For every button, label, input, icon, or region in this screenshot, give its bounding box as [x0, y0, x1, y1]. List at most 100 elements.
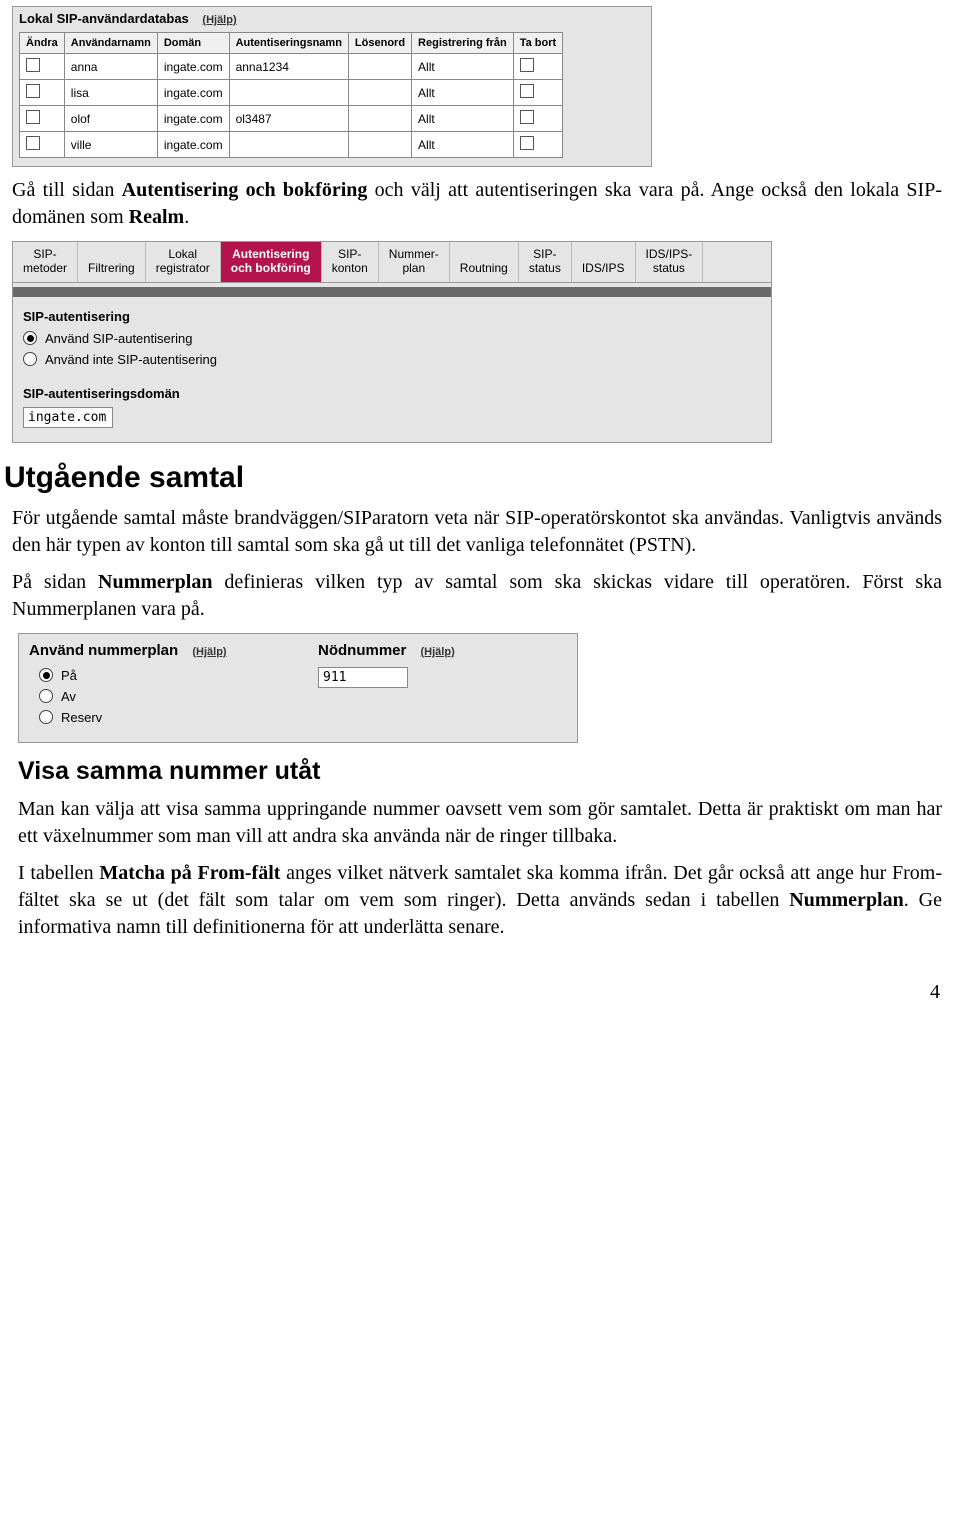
cell-pass	[348, 106, 411, 132]
cell-domain: ingate.com	[157, 132, 229, 158]
delete-checkbox[interactable]	[520, 84, 534, 98]
radio-icon	[39, 689, 53, 703]
heading-visa-samma: Visa samma nummer utåt	[18, 757, 948, 786]
text: Routning	[460, 261, 508, 275]
user-db-title: Lokal SIP-användardatabas (Hjälp)	[13, 7, 651, 32]
radio-reserv[interactable]: Reserv	[29, 707, 278, 728]
tab-ids-ips-status[interactable]: IDS/IPS-status	[636, 242, 704, 282]
auth-domain-title: SIP-autentiseringsdomän	[13, 380, 771, 405]
help-link[interactable]: (Hjälp)	[421, 646, 455, 658]
text: IDS/IPS-	[646, 247, 693, 261]
auth-panel: SIP-autentisering Använd SIP-autentiseri…	[12, 283, 772, 443]
edit-checkbox[interactable]	[26, 136, 40, 150]
cell-domain: ingate.com	[157, 106, 229, 132]
text: SIP-	[33, 247, 56, 261]
text-bold: Realm	[129, 206, 185, 228]
tab-bar: SIP-metoder Filtrering Lokalregistrator …	[12, 241, 772, 283]
radio-av[interactable]: Av	[29, 686, 278, 707]
help-link[interactable]: (Hjälp)	[192, 646, 226, 658]
cell-reg: Allt	[412, 80, 514, 106]
edit-checkbox[interactable]	[26, 110, 40, 124]
text-bold: Nummerplan	[789, 889, 903, 911]
cell-reg: Allt	[412, 54, 514, 80]
table-row: lisa ingate.com Allt	[20, 80, 563, 106]
text: status	[529, 261, 561, 275]
text: Autentisering	[232, 247, 309, 261]
delete-checkbox[interactable]	[520, 136, 534, 150]
tab-lokal-registrator[interactable]: Lokalregistrator	[146, 242, 221, 282]
para-visa-2: I tabellen Matcha på From-fält anges vil…	[18, 860, 942, 941]
delete-checkbox[interactable]	[520, 58, 534, 72]
col-domain: Domän	[157, 33, 229, 54]
para-utgaende-1: För utgående samtal måste brandväggen/SI…	[12, 505, 942, 559]
text: SIP-	[338, 247, 361, 261]
radio-no-auth[interactable]: Använd inte SIP-autentisering	[13, 349, 771, 370]
text-bold: Matcha på From-fält	[99, 862, 280, 884]
radio-dot-icon	[43, 672, 50, 679]
radio-pa[interactable]: På	[29, 665, 278, 686]
tab-sip-metoder[interactable]: SIP-metoder	[13, 242, 78, 282]
text: metoder	[23, 261, 67, 275]
col-authname: Autentiseringsnamn	[229, 33, 348, 54]
para-auth: Gå till sidan Autentisering och bokförin…	[12, 177, 942, 231]
cell-reg: Allt	[412, 132, 514, 158]
tab-sip-konton[interactable]: SIP-konton	[322, 242, 379, 282]
cell-reg: Allt	[412, 106, 514, 132]
text: SIP-	[533, 247, 556, 261]
tab-routning[interactable]: Routning	[450, 242, 519, 282]
tab-autentisering[interactable]: Autentiseringoch bokföring	[221, 242, 322, 282]
radio-label: Reserv	[61, 710, 102, 725]
table-row: anna ingate.com anna1234 Allt	[20, 54, 563, 80]
para-utgaende-2: På sidan Nummerplan definieras vilken ty…	[12, 569, 942, 623]
cell-auth: ol3487	[229, 106, 348, 132]
text: plan	[402, 261, 425, 275]
delete-checkbox[interactable]	[520, 110, 534, 124]
tab-sip-status[interactable]: SIP-status	[519, 242, 572, 282]
text: På sidan	[12, 571, 98, 593]
text: Filtrering	[88, 261, 135, 275]
nodnummer-title: Nödnummer (Hjälp)	[318, 642, 567, 659]
para-visa-1: Man kan välja att visa samma uppringande…	[18, 796, 942, 850]
edit-checkbox[interactable]	[26, 58, 40, 72]
text: I tabellen	[18, 862, 99, 884]
text: status	[653, 261, 685, 275]
radio-label: Av	[61, 689, 76, 704]
radio-dot-icon	[27, 335, 34, 342]
cell-user: anna	[64, 54, 157, 80]
col-password: Lösenord	[348, 33, 411, 54]
page-number: 4	[0, 981, 940, 1004]
cell-auth	[229, 80, 348, 106]
radio-label: På	[61, 668, 77, 683]
title-text: Använd nummerplan	[29, 642, 178, 659]
radio-use-auth[interactable]: Använd SIP-autentisering	[13, 328, 771, 349]
col-username: Användarnamn	[64, 33, 157, 54]
title-text: Nödnummer	[318, 642, 406, 659]
text: Nummer-	[389, 247, 439, 261]
radio-icon	[39, 710, 53, 724]
panel-title-text: Lokal SIP-användardatabas	[19, 11, 189, 26]
col-edit: Ändra	[20, 33, 65, 54]
cell-auth: anna1234	[229, 54, 348, 80]
radio-icon	[39, 668, 53, 682]
text: registrator	[156, 261, 210, 275]
text: Lokal	[168, 247, 197, 261]
table-row: olof ingate.com ol3487 Allt	[20, 106, 563, 132]
tab-filtrering[interactable]: Filtrering	[78, 242, 146, 282]
auth-domain-input[interactable]: ingate.com	[23, 407, 113, 428]
text: konton	[332, 261, 368, 275]
text: IDS/IPS	[582, 261, 625, 275]
auth-title: SIP-autentisering	[13, 303, 771, 328]
nummerplan-title: Använd nummerplan (Hjälp)	[29, 642, 278, 659]
tab-nummerplan[interactable]: Nummer-plan	[379, 242, 450, 282]
help-link[interactable]: (Hjälp)	[202, 14, 236, 26]
radio-label: Använd SIP-autentisering	[45, 331, 192, 346]
tab-ids-ips[interactable]: IDS/IPS	[572, 242, 636, 282]
radio-label: Använd inte SIP-autentisering	[45, 352, 217, 367]
nodnummer-input[interactable]: 911	[318, 667, 408, 688]
cell-auth	[229, 132, 348, 158]
cell-user: ville	[64, 132, 157, 158]
text-bold: Autentisering och bokföring	[122, 179, 368, 201]
edit-checkbox[interactable]	[26, 84, 40, 98]
cell-pass	[348, 132, 411, 158]
cell-user: olof	[64, 106, 157, 132]
